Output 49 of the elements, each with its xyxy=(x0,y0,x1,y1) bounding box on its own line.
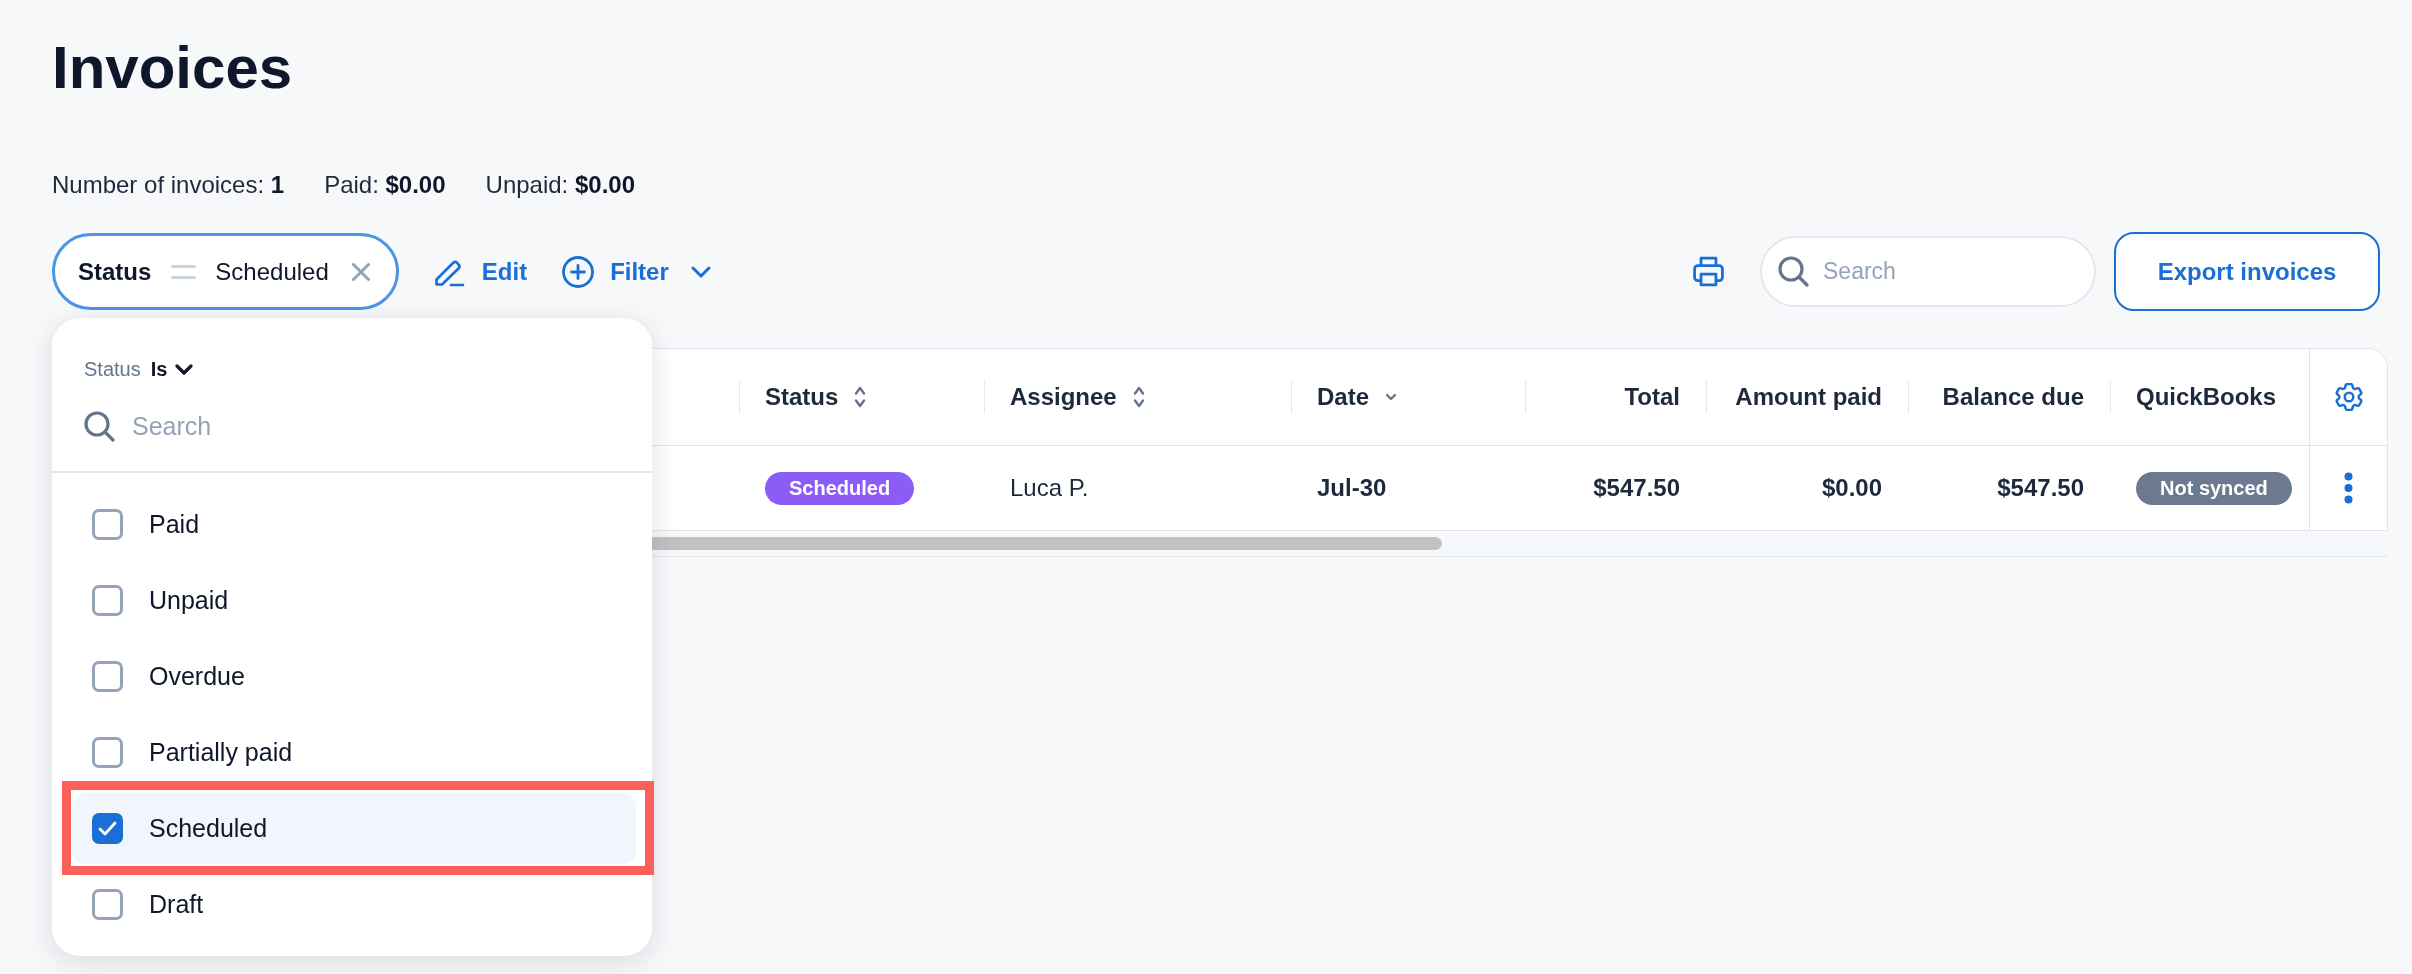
filter-option[interactable]: Overdue xyxy=(72,641,636,712)
status-badge: Not synced xyxy=(2136,471,2292,505)
column-header[interactable]: Assignee xyxy=(1010,379,1145,415)
checkbox[interactable] xyxy=(92,737,123,768)
checkbox[interactable] xyxy=(92,585,123,616)
filter-option[interactable]: Partially paid xyxy=(72,717,636,788)
table-cell-text: $547.50 xyxy=(1997,473,2084,503)
search-field[interactable]: Search xyxy=(132,406,372,446)
checkbox[interactable] xyxy=(92,889,123,920)
search-icon xyxy=(1778,256,1809,287)
chevron-down-icon xyxy=(690,265,711,278)
checkbox[interactable] xyxy=(92,661,123,692)
table-cell-text: Jul-30 xyxy=(1317,473,1387,503)
table-cell-text: Luca P. xyxy=(1010,473,1089,503)
printer-icon[interactable] xyxy=(1693,256,1724,287)
summary-stat: Number of invoices: 1 xyxy=(52,170,285,200)
filter-field-label: Status xyxy=(84,357,141,382)
status-badge: Scheduled xyxy=(765,471,915,505)
column-header[interactable]: Status xyxy=(765,379,867,415)
filter-option[interactable]: Scheduled xyxy=(72,793,636,864)
close-icon[interactable] xyxy=(351,262,370,281)
filter-chip[interactable]: Status Scheduled xyxy=(52,233,399,310)
search-icon xyxy=(84,410,115,442)
edit-button[interactable]: Edit xyxy=(433,253,528,290)
filter-option[interactable]: Paid xyxy=(72,489,636,560)
settings-icon[interactable] xyxy=(2334,383,2363,411)
column-header[interactable]: Date xyxy=(1317,379,1398,415)
export-button[interactable]: Export invoices xyxy=(2114,232,2380,311)
summary-stat: Paid: $0.00 xyxy=(324,170,446,200)
operator-dropdown[interactable]: Is xyxy=(150,354,194,384)
summary-stat: Unpaid: $0.00 xyxy=(485,170,635,200)
column-header: Balance due xyxy=(1942,382,2084,412)
column-header: Total xyxy=(1624,382,1680,412)
column-header: QuickBooks xyxy=(2136,382,2277,412)
table-cell-text: $0.00 xyxy=(1821,473,1882,503)
page-title: Invoices xyxy=(52,33,293,103)
table-cell-text: $547.50 xyxy=(1593,473,1680,503)
column-header: Amount paid xyxy=(1735,382,1882,412)
kebab-menu-icon[interactable] xyxy=(2344,472,2353,504)
plus-circle-icon xyxy=(562,255,595,288)
equals-icon xyxy=(171,264,197,279)
checkbox[interactable] xyxy=(92,509,123,540)
checkbox[interactable] xyxy=(92,813,123,844)
checkmark-icon xyxy=(98,821,117,836)
filter-option[interactable]: Draft xyxy=(72,869,636,940)
chevron-down-icon xyxy=(175,363,194,375)
filter-option[interactable]: Unpaid xyxy=(72,565,636,636)
filter-button[interactable]: Filter xyxy=(562,253,711,290)
search-field[interactable]: Search xyxy=(1760,236,2096,307)
